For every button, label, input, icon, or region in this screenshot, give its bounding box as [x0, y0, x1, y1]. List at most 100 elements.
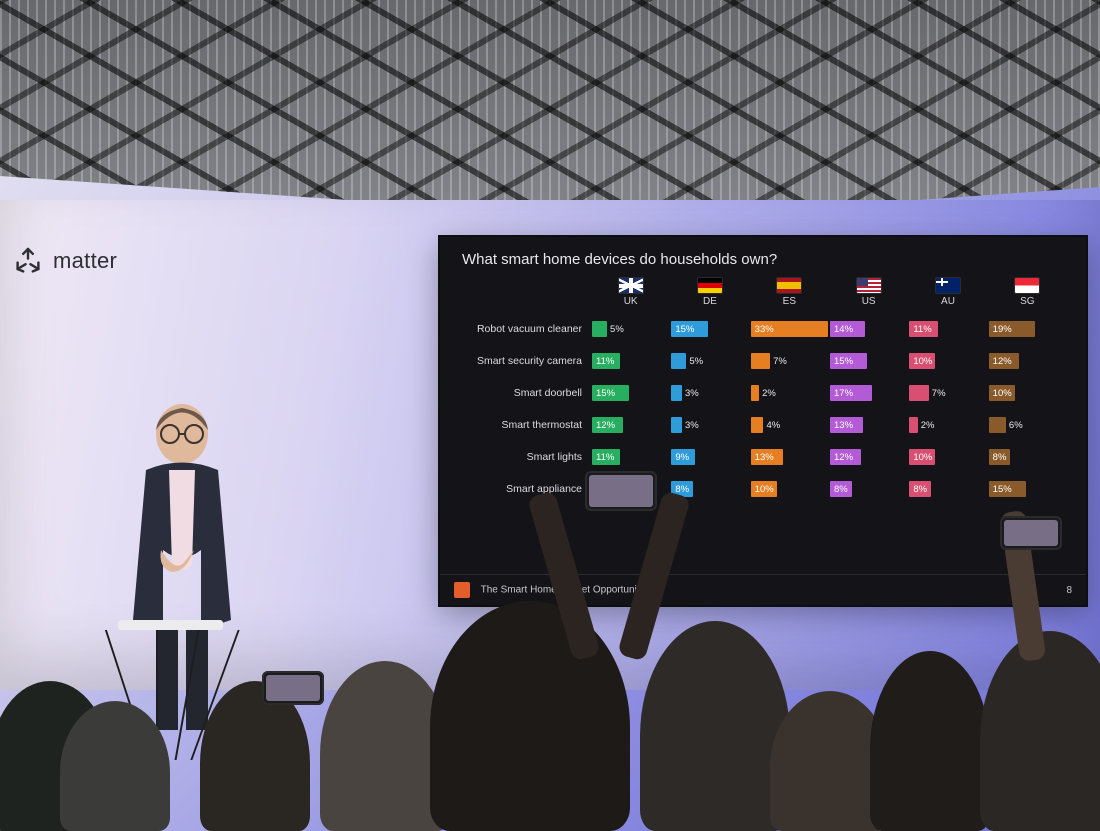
- chart-country-header: DE: [671, 278, 748, 307]
- chart-country-header: ES: [751, 278, 828, 307]
- chart-bar: 15%: [989, 481, 1026, 497]
- chart-cell: 6%: [989, 415, 1066, 435]
- chart-bar: 14%: [830, 321, 865, 337]
- chart-cell: 8%: [989, 447, 1066, 467]
- chart-row-label: Smart doorbell: [460, 387, 590, 399]
- chart-bar: 6%: [989, 417, 1006, 433]
- chart-cell: 12%: [592, 415, 669, 435]
- chart-cell: 13%: [830, 415, 907, 435]
- brand-name: matter: [53, 248, 117, 274]
- chart-bar: 11%: [592, 353, 620, 369]
- chart-bar: 2%: [751, 385, 759, 401]
- chart-country-header: US: [830, 278, 907, 307]
- chart-bar: 33%: [751, 321, 828, 337]
- chart-row: Smart thermostat12% 3% 4% 13%2% 6%: [460, 409, 1066, 441]
- chart-bar: 12%: [592, 417, 623, 433]
- chart-row-label: Robot vacuum cleaner: [460, 323, 590, 335]
- chart-row-label: Smart security camera: [460, 355, 590, 367]
- flag-icon: [698, 278, 722, 293]
- matter-logo-icon: [12, 245, 44, 277]
- chart-cell: 15%: [592, 383, 669, 403]
- chart-bar: 15%: [592, 385, 629, 401]
- chart-bar: 13%: [751, 449, 784, 465]
- chart-cell: 17%: [830, 383, 907, 403]
- chart-cell: 10%: [751, 479, 828, 499]
- chart-cell: 15%: [671, 319, 748, 339]
- chart-cell: 7%: [751, 351, 828, 371]
- chart-row: Smart lights11% 9%13% 12% 10% 8%: [460, 441, 1066, 473]
- chart-bar: 4%: [751, 417, 764, 433]
- chart-bar: 10%: [909, 353, 935, 369]
- chart-row: Robot vacuum cleaner5% 15% 33%14% 11% 19%: [460, 313, 1066, 345]
- chart-bar: 2%: [909, 417, 917, 433]
- chart-bar: 15%: [671, 321, 708, 337]
- chart-cell: 4%: [751, 415, 828, 435]
- chart-cell: 13%: [751, 447, 828, 467]
- chart-bar: 5%: [592, 321, 607, 337]
- chart-bar: 11%: [592, 449, 620, 465]
- audience-phone: [262, 671, 324, 705]
- ceiling-structure: [0, 0, 1100, 220]
- audience: [0, 611, 1100, 831]
- chart-bar: 17%: [830, 385, 872, 401]
- chart-country-label: DE: [671, 296, 748, 307]
- chart-rows: Robot vacuum cleaner5%15%33%14%11%19%Sma…: [460, 313, 1066, 505]
- chart-cell: 19%: [989, 319, 1066, 339]
- chart-bar: 3%: [671, 385, 682, 401]
- chart-bar: 8%: [989, 449, 1011, 465]
- chart-bar: 8%: [909, 481, 931, 497]
- audience-phone: [1000, 516, 1062, 550]
- footer-badge-icon: [454, 582, 470, 598]
- chart-cell: 11%: [592, 351, 669, 371]
- chart-cell: 15%: [830, 351, 907, 371]
- chart-country-header: SG: [989, 278, 1066, 307]
- chart-country-label: UK: [592, 296, 669, 307]
- chart-bar: 10%: [989, 385, 1015, 401]
- chart-row-label: Smart appliance: [460, 483, 590, 495]
- chart-bar: 3%: [671, 417, 682, 433]
- chart-cell: 5%: [592, 319, 669, 339]
- chart-bar: 5%: [671, 353, 686, 369]
- chart-bar: 10%: [751, 481, 777, 497]
- chart-cell: 12%: [830, 447, 907, 467]
- chart-country-header: AU: [909, 278, 986, 307]
- chart-bar: 7%: [909, 385, 928, 401]
- chart-cell: 33%: [751, 319, 828, 339]
- flag-icon: [936, 278, 960, 293]
- audience-phone: [585, 471, 657, 511]
- chart-cell: 5%: [671, 351, 748, 371]
- chart-country-label: AU: [909, 296, 986, 307]
- slide-page-number: 8: [1066, 585, 1072, 596]
- flag-icon: [619, 278, 643, 293]
- chart-cell: 8%: [830, 479, 907, 499]
- chart-cell: 9%: [671, 447, 748, 467]
- chart-cell: 2%: [751, 383, 828, 403]
- chart-cell: 3%: [671, 415, 748, 435]
- chart: UKDEESUSAUSG Robot vacuum cleaner5%15%33…: [440, 274, 1086, 505]
- chart-bar: 15%: [830, 353, 867, 369]
- chart-cell: 8%: [909, 479, 986, 499]
- chart-row-label: Smart thermostat: [460, 419, 590, 431]
- presentation-slide: What smart home devices do households ow…: [440, 237, 1086, 605]
- chart-bar: 8%: [830, 481, 852, 497]
- chart-cell: 10%: [909, 351, 986, 371]
- chart-country-label: SG: [989, 296, 1066, 307]
- chart-bar: 12%: [830, 449, 861, 465]
- chart-row-label: Smart lights: [460, 451, 590, 463]
- slide-title: What smart home devices do households ow…: [440, 237, 1086, 274]
- chart-row: Smart doorbell15% 3% 2% 17% 7% 10%: [460, 377, 1066, 409]
- chart-cell: 14%: [830, 319, 907, 339]
- chart-bar: 10%: [909, 449, 935, 465]
- chart-cell: 11%: [909, 319, 986, 339]
- chart-row: Smart security camera11% 5% 7%15% 10% 12%: [460, 345, 1066, 377]
- chart-country-label: US: [830, 296, 907, 307]
- chart-cell: 2%: [909, 415, 986, 435]
- flag-icon: [777, 278, 801, 293]
- chart-cell: 11%: [592, 447, 669, 467]
- chart-bar: 11%: [909, 321, 937, 337]
- chart-cell: 7%: [909, 383, 986, 403]
- flag-icon: [857, 278, 881, 293]
- chart-cell: 10%: [989, 383, 1066, 403]
- chart-cell: 12%: [989, 351, 1066, 371]
- chart-bar: 12%: [989, 353, 1020, 369]
